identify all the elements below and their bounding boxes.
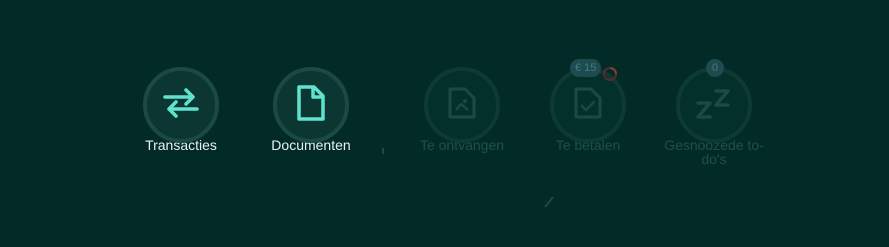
transacties-circle bbox=[143, 67, 219, 143]
te-betalen-button[interactable]: € 15 Te betalen bbox=[523, 59, 653, 152]
gesnoozede-badge: 0 bbox=[706, 59, 724, 77]
swap-arrows-icon bbox=[161, 86, 201, 125]
te-betalen-badge: € 15 bbox=[570, 59, 602, 77]
gesnoozede-button[interactable]: 0 Gesnoozede to-do's bbox=[649, 59, 779, 166]
image-document-icon bbox=[447, 86, 477, 125]
loading-ring-icon bbox=[602, 66, 618, 87]
document-icon bbox=[295, 84, 327, 127]
documenten-button[interactable]: Documenten bbox=[246, 67, 376, 152]
documenten-circle bbox=[273, 67, 349, 143]
transacties-button[interactable]: Transacties bbox=[116, 67, 246, 152]
payment-document-icon bbox=[573, 86, 603, 125]
section-divider bbox=[382, 148, 384, 154]
snooze-icon bbox=[694, 85, 734, 126]
te-ontvangen-button[interactable]: Te ontvangen bbox=[397, 67, 527, 152]
resize-handle-icon bbox=[543, 195, 555, 214]
te-betalen-circle: € 15 bbox=[550, 59, 626, 143]
gesnoozede-circle: 0 bbox=[676, 59, 752, 143]
te-ontvangen-circle bbox=[424, 67, 500, 143]
